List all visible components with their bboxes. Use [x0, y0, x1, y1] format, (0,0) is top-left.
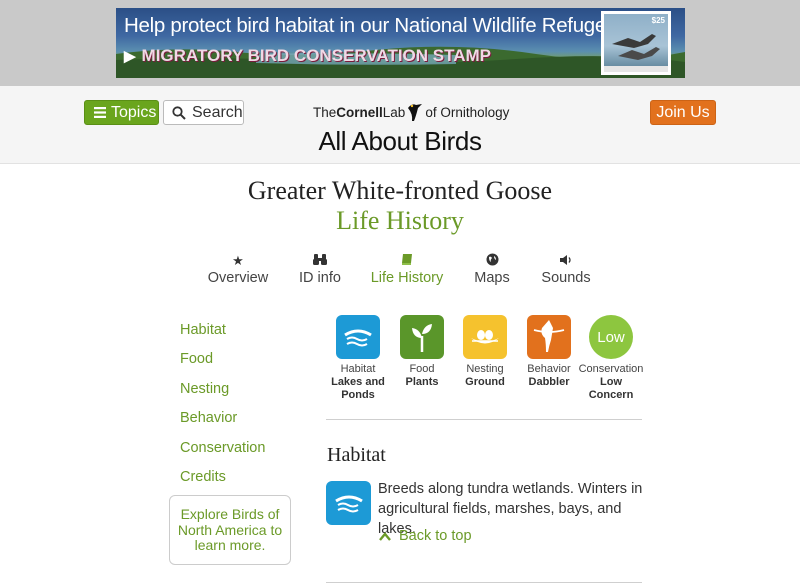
fact-food-label: Food — [409, 363, 435, 375]
join-us-button[interactable]: Join Us — [650, 100, 716, 125]
speaker-icon — [538, 252, 594, 270]
species-name: Greater White-fronted Goose — [247, 176, 553, 205]
sidebar-link-conservation[interactable]: Conservation — [180, 440, 265, 456]
water-icon — [326, 481, 371, 525]
fact-food[interactable]: Food Plants — [390, 315, 454, 389]
fact-conservation-label: Conservation — [578, 363, 644, 375]
cornell-lab-logo[interactable]: The Cornell Lab of Ornithology — [313, 102, 509, 122]
play-icon: ▶ — [124, 48, 136, 65]
topics-label: Topics — [111, 103, 157, 121]
search-button[interactable]: Search — [163, 100, 244, 125]
logo-suffix: of Ornithology — [425, 104, 510, 120]
book-icon — [368, 252, 446, 270]
globe-icon — [470, 252, 514, 270]
fact-habitat-label: Habitat — [340, 363, 376, 375]
fact-behavior-label: Behavior — [527, 363, 571, 375]
sidebar-link-nesting[interactable]: Nesting — [180, 381, 229, 397]
bird-logo-icon — [408, 104, 423, 121]
water-icon — [336, 315, 380, 359]
sidebar-link-credits[interactable]: Credits — [180, 469, 226, 485]
fact-nesting[interactable]: Nesting Ground — [453, 315, 517, 389]
tab-life-history-label: Life History — [370, 270, 444, 286]
topics-button[interactable]: Topics — [84, 100, 159, 125]
menu-icon — [94, 107, 106, 118]
tab-id-info[interactable]: ID info — [295, 252, 345, 286]
fact-nesting-value: Ground — [465, 376, 505, 388]
chevron-up-icon — [379, 529, 391, 544]
ad-subline-text: MIGRATORY BIRD CONSERVATION STAMP — [141, 46, 492, 65]
tab-overview-label: Overview — [207, 270, 269, 286]
search-label: Search — [192, 103, 243, 121]
tab-life-history[interactable]: Life History — [368, 252, 446, 286]
geese-icon — [604, 34, 668, 72]
search-icon — [172, 105, 186, 120]
tab-id-info-label: ID info — [299, 270, 341, 286]
logo-prefix: The — [313, 104, 337, 120]
site-title[interactable]: All About Birds — [0, 126, 800, 157]
duck-stamp-image: $25 — [601, 11, 671, 75]
binoculars-icon — [295, 252, 345, 270]
fact-habitat-value: Lakes and Ponds — [331, 376, 385, 401]
logo-name: Cornell — [336, 104, 383, 120]
fact-behavior[interactable]: Behavior Dabbler — [517, 315, 581, 389]
conservation-stamp-ad[interactable]: Help protect bird habitat in our Nationa… — [116, 8, 685, 78]
star-icon: ★ — [232, 253, 244, 268]
dabbling-duck-icon — [527, 315, 571, 359]
tab-overview[interactable]: ★ Overview — [205, 252, 271, 286]
fact-conservation[interactable]: Low Conservation Low Concern — [578, 315, 644, 402]
back-to-top-label: Back to top — [399, 528, 472, 544]
tab-sounds[interactable]: Sounds — [538, 252, 594, 286]
logo-lab: Lab — [382, 104, 406, 120]
sidebar-link-food[interactable]: Food — [180, 351, 213, 367]
explore-birds-link[interactable]: Explore Birds of North America to learn … — [169, 495, 291, 565]
sidebar-link-habitat[interactable]: Habitat — [180, 322, 226, 338]
ad-headline: Help protect bird habitat in our Nationa… — [124, 14, 622, 37]
sidebar-link-behavior[interactable]: Behavior — [180, 410, 237, 426]
fact-habitat[interactable]: Habitat Lakes and Ponds — [326, 315, 390, 402]
ad-subline: ▶ MIGRATORY BIRD CONSERVATION STAMP — [124, 46, 491, 66]
site-header: Topics Search The Cornell Lab of Ornitho… — [0, 86, 800, 164]
back-to-top-link[interactable]: Back to top — [379, 528, 472, 544]
fact-food-value: Plants — [405, 376, 439, 388]
tab-maps-label: Maps — [474, 270, 510, 286]
section-name: Life History — [336, 206, 464, 235]
sprout-icon — [400, 315, 444, 359]
conservation-low-badge: Low — [589, 315, 633, 359]
ad-banner-band: Help protect bird habitat in our Nationa… — [0, 0, 800, 86]
fact-behavior-value: Dabbler — [528, 376, 570, 388]
divider — [326, 419, 642, 420]
fact-conservation-value: Low Concern — [588, 376, 634, 401]
nest-icon — [463, 315, 507, 359]
fact-nesting-label: Nesting — [466, 363, 504, 375]
tab-sounds-label: Sounds — [541, 270, 591, 286]
tab-maps[interactable]: Maps — [470, 252, 514, 286]
habitat-heading: Habitat — [327, 444, 386, 466]
divider — [326, 582, 642, 583]
